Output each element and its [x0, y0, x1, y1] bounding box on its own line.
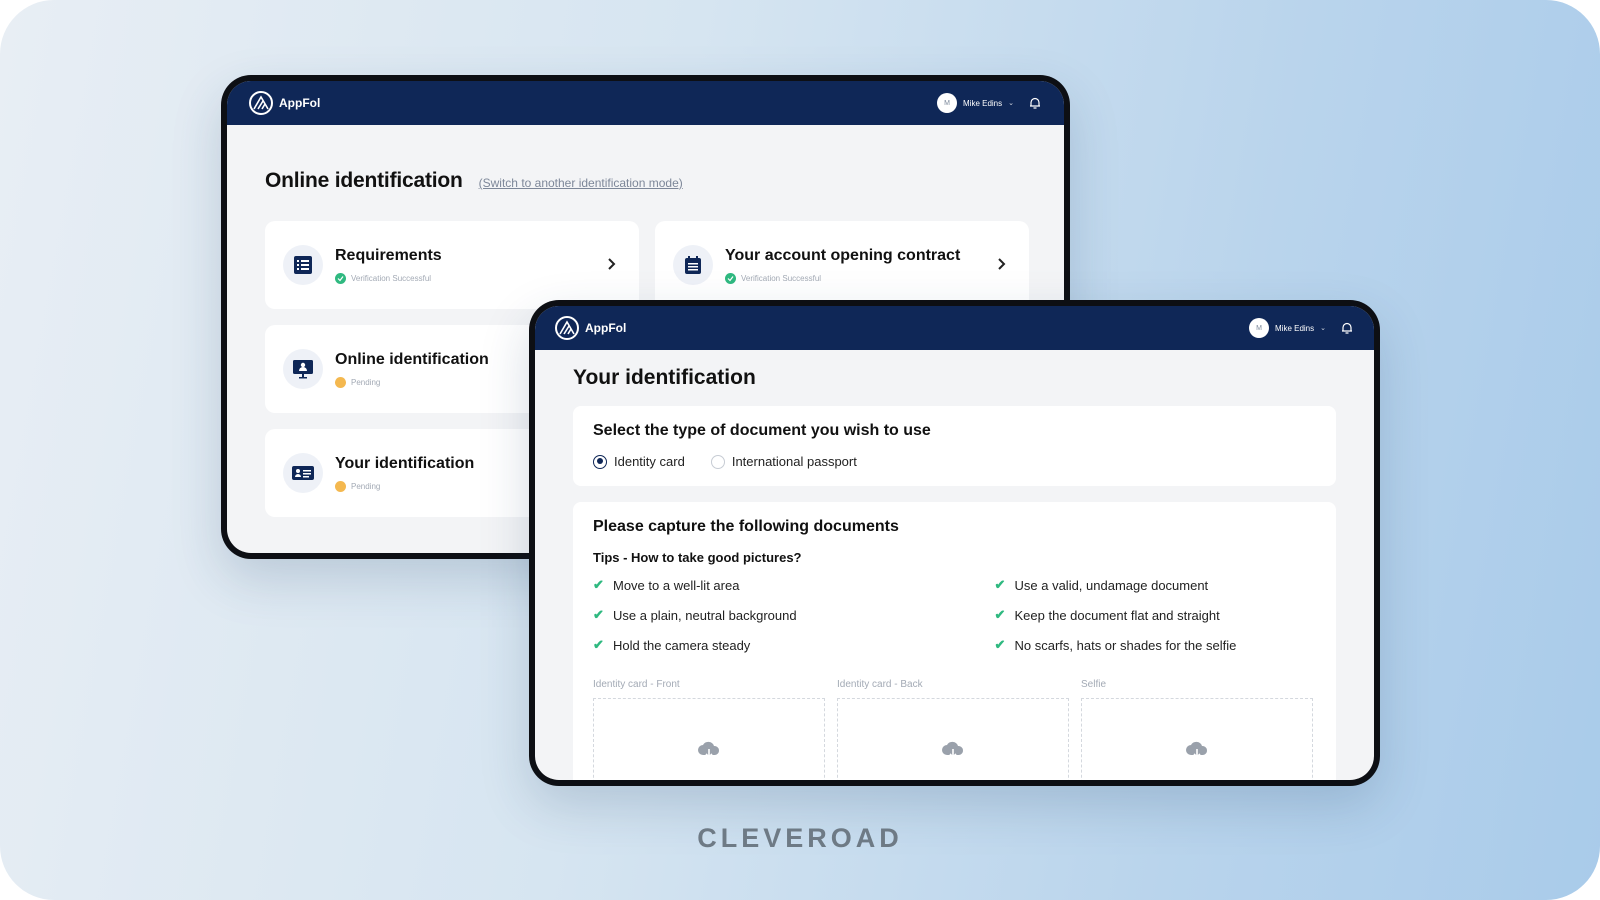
step-card-contract[interactable]: Your account opening contract Verificati… — [655, 221, 1029, 309]
front-screen: AppFol M Mike Edins ⌄ Your identificatio… — [535, 306, 1374, 780]
bell-icon[interactable] — [1028, 96, 1042, 110]
switch-mode-link[interactable]: (Switch to another identification mode) — [479, 176, 683, 190]
upload-dropzone[interactable] — [837, 698, 1069, 780]
upload-label: Selfie — [1081, 679, 1107, 690]
user-name: Mike Edins — [963, 98, 1003, 108]
upload-slot-back: Identity card - Back — [837, 679, 1069, 780]
avatar: M — [937, 93, 957, 113]
background-stage: AppFol M Mike Edins ⌄ Online identificat… — [0, 0, 1600, 900]
tip-text: Use a plain, neutral background — [613, 607, 797, 623]
document-type-radios: Identity card International passport — [593, 454, 1316, 469]
card-status: Verification Successful — [351, 273, 432, 283]
radio-label: Identity card — [614, 454, 685, 469]
card-title: Requirements — [335, 246, 442, 264]
step-card-requirements[interactable]: Requirements Verification Successful — [265, 221, 639, 309]
tip-item: ✔ Move to a well-lit area — [593, 577, 955, 593]
upload-label: Identity card - Front — [593, 679, 680, 690]
capture-panel: Please capture the following documents T… — [573, 502, 1336, 780]
card-status: Pending — [351, 377, 381, 387]
check-icon: ✔ — [994, 637, 1006, 652]
card-title: Online identification — [335, 350, 489, 368]
tip-text: Keep the document flat and straight — [1014, 607, 1220, 623]
chevron-right-icon — [998, 258, 1006, 270]
chevron-down-icon: ⌄ — [1320, 325, 1326, 332]
tip-item: ✔ Use a plain, neutral background — [593, 607, 955, 623]
chevron-down-icon: ⌄ — [1008, 100, 1014, 107]
list-icon — [283, 245, 323, 285]
app-header: AppFol M Mike Edins ⌄ — [227, 81, 1064, 125]
bell-icon[interactable] — [1340, 321, 1354, 335]
check-icon: ✔ — [994, 607, 1006, 622]
page-title: Online identification — [265, 169, 463, 192]
upload-dropzone[interactable] — [593, 698, 825, 780]
front-tablet: AppFol M Mike Edins ⌄ Your identificatio… — [529, 300, 1380, 786]
radio-unselected-icon — [710, 454, 725, 469]
tip-text: Use a valid, undamage document — [1014, 577, 1209, 593]
cloud-upload-icon — [942, 741, 964, 759]
check-icon: ✔ — [593, 637, 604, 652]
card-status: Verification Successful — [741, 273, 822, 283]
app-logo[interactable]: AppFol — [249, 91, 320, 115]
upload-label: Identity card - Back — [837, 679, 923, 690]
tip-item: ✔ Hold the camera steady — [593, 637, 955, 653]
pending-icon — [335, 376, 346, 388]
logo-icon — [555, 316, 579, 340]
upload-slot-selfie: Selfie — [1081, 679, 1313, 780]
app-logo[interactable]: AppFol — [555, 316, 626, 340]
tips-title: Tips - How to take good pictures? — [593, 550, 802, 565]
app-header: AppFol M Mike Edins ⌄ — [535, 306, 1374, 350]
tip-text: Hold the camera steady — [613, 637, 751, 653]
user-name: Mike Edins — [1275, 323, 1315, 333]
user-menu[interactable]: M Mike Edins ⌄ — [937, 93, 1014, 113]
radio-international-passport[interactable]: International passport — [710, 454, 857, 469]
avatar: M — [1249, 318, 1269, 338]
page-title: Your identification — [573, 366, 756, 389]
calendar-icon — [673, 245, 713, 285]
panel-title: Select the type of document you wish to … — [593, 422, 931, 439]
app-name: AppFol — [279, 96, 321, 110]
monitor-user-icon — [283, 349, 323, 389]
tip-item: ✔ No scarfs, hats or shades for the selfi… — [955, 637, 1317, 653]
card-title: Your identification — [335, 454, 475, 472]
pending-icon — [335, 480, 346, 492]
card-status: Pending — [351, 481, 381, 491]
check-icon: ✔ — [994, 577, 1006, 592]
tip-text: No scarfs, hats or shades for the selfie — [1014, 637, 1237, 653]
app-name: AppFol — [585, 321, 627, 335]
check-icon: ✔ — [593, 577, 604, 592]
document-type-panel: Select the type of document you wish to … — [573, 406, 1336, 486]
upload-dropzone[interactable] — [1081, 698, 1313, 780]
tip-text: Move to a well-lit area — [613, 577, 740, 593]
upload-slot-front: Identity card - Front — [593, 679, 825, 780]
radio-label: International passport — [731, 454, 857, 469]
upload-slots: Identity card - Front Identity card - Ba… — [593, 679, 1316, 780]
cloud-upload-icon — [1186, 741, 1208, 759]
logo-icon — [249, 91, 273, 115]
check-icon: ✔ — [593, 607, 604, 622]
radio-identity-card[interactable]: Identity card — [593, 454, 685, 469]
brand-logo-text: CLEVEROAD — [697, 823, 903, 853]
success-icon — [725, 272, 736, 284]
tip-item: ✔ Use a valid, undamage document — [955, 577, 1317, 593]
user-menu[interactable]: M Mike Edins ⌄ — [1249, 318, 1326, 338]
id-card-icon — [283, 453, 323, 493]
card-title: Your account opening contract — [725, 246, 961, 264]
chevron-right-icon — [608, 258, 616, 270]
tip-item: ✔ Keep the document flat and straight — [955, 607, 1317, 623]
tips-list: ✔ Move to a well-lit area ✔ Use a valid, u… — [593, 577, 1316, 653]
cloud-upload-icon — [698, 741, 720, 759]
success-icon — [335, 272, 346, 284]
panel-title: Please capture the following documents — [593, 518, 899, 535]
radio-selected-icon — [593, 454, 607, 469]
